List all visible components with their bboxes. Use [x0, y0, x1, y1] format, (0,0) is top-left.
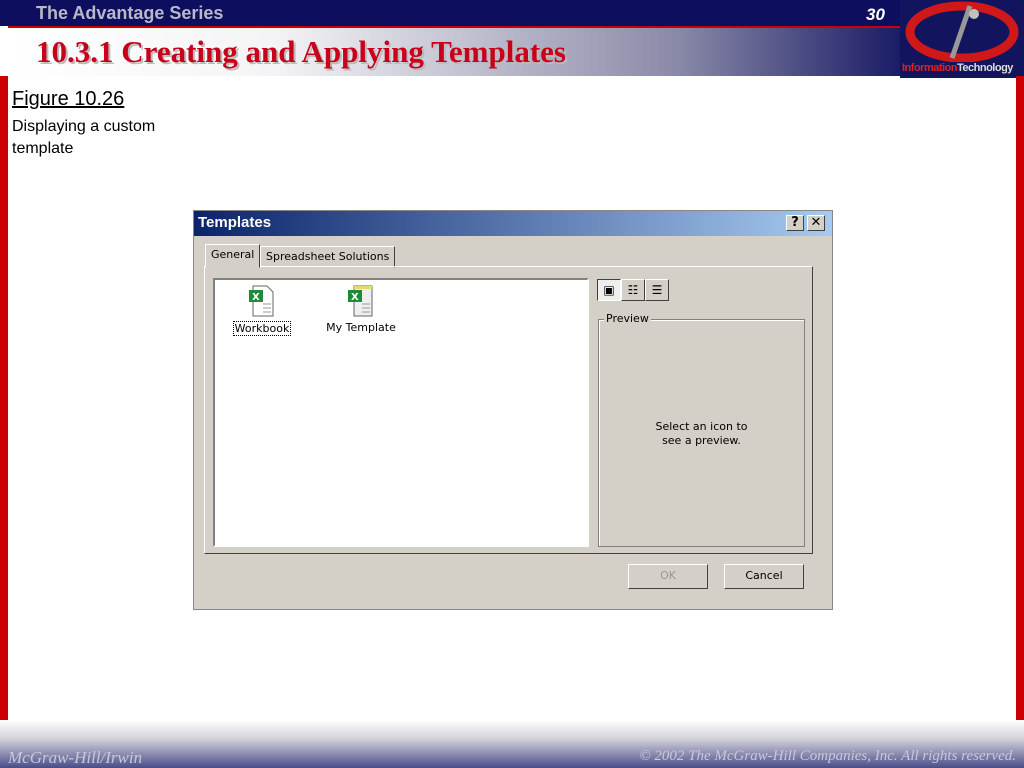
slide-title: 10.3.1 Creating and Applying Templates: [36, 34, 566, 69]
template-label: Workbook: [232, 321, 292, 336]
tab-general[interactable]: General: [205, 244, 261, 268]
template-list[interactable]: X Workbook X My Template: [213, 278, 589, 547]
logo-text: InformationTechnology: [902, 62, 1013, 74]
preview-message: Select an icon to see a preview.: [655, 420, 748, 447]
figure-caption: Displaying a custom template: [12, 118, 156, 157]
figure-number: Figure 10.26: [12, 88, 125, 110]
details-view-button[interactable]: ☰: [645, 279, 669, 301]
footer-copyright: © 2002 The McGraw-Hill Companies, Inc. A…: [639, 748, 1016, 764]
page-number: 30: [866, 5, 885, 24]
large-icons-view-button[interactable]: ▣: [597, 279, 621, 301]
svg-text:X: X: [351, 292, 359, 303]
series-name: The Advantage Series: [36, 3, 224, 23]
template-label: My Template: [326, 321, 396, 334]
template-item-workbook[interactable]: X Workbook: [227, 284, 297, 336]
preview-group: Preview Select an icon to see a preview.: [598, 312, 805, 547]
ok-button[interactable]: OK: [628, 564, 708, 589]
tab-spreadsheet-solutions[interactable]: Spreadsheet Solutions: [260, 246, 396, 268]
dialog-title-bar[interactable]: Templates ? ✕: [194, 211, 832, 236]
preview-label: Preview: [604, 312, 651, 325]
templates-dialog: Templates ? ✕ General Spreadsheet Soluti…: [193, 210, 833, 610]
close-button[interactable]: ✕: [807, 215, 825, 231]
dialog-title: Templates: [198, 214, 272, 231]
footer-publisher: McGraw-Hill/Irwin: [8, 748, 143, 767]
help-button[interactable]: ?: [786, 215, 804, 231]
right-stripe: [1016, 76, 1024, 740]
cancel-button[interactable]: Cancel: [724, 564, 804, 589]
excel-template-icon: X: [348, 285, 373, 317]
list-view-button[interactable]: ☷: [621, 279, 645, 301]
left-stripe: [0, 76, 8, 740]
svg-text:X: X: [252, 292, 260, 303]
template-item-my-template[interactable]: X My Template: [326, 284, 396, 334]
excel-workbook-icon: X: [249, 285, 274, 317]
